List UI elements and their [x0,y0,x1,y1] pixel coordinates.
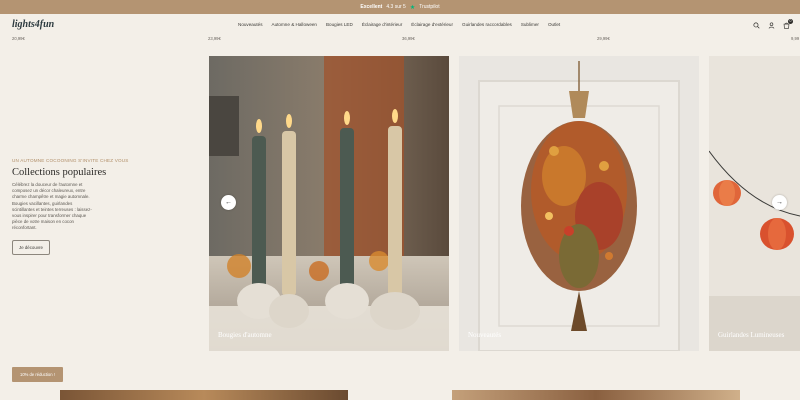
carousel-prev-button[interactable]: ← [221,195,236,210]
search-icon[interactable] [753,22,760,29]
section-image-strip [60,390,348,400]
product-price: 36,99€ [402,36,415,41]
promo-eyebrow: Un automne cocooning s'invite chez vous [12,158,129,163]
product-price: 23,99€ [208,36,221,41]
collection-card-nouveautes[interactable]: Nouveautés [459,56,699,351]
nav-item-nouveautes[interactable]: Nouveautés [238,22,263,27]
rating-score: 4.3 sur 5 [386,4,406,10]
discount-tab[interactable]: 10% de réduction ! [12,367,63,382]
brand-logo[interactable]: lights4fun [12,19,54,30]
collections-promo: Un automne cocooning s'invite chez vous … [12,158,182,255]
collection-card-bougies[interactable]: Bougies d'automne [209,56,449,351]
candles-image [209,56,449,351]
trustpilot-star-icon: ★ [409,4,416,11]
nav-item-bougies-led[interactable]: Bougies LED [326,22,353,27]
wreath-image [459,56,699,351]
card-label: Bougies d'automne [218,331,272,339]
card-label: Nouveautés [468,331,502,339]
cart-count-badge: 0 [788,19,793,24]
nav-item-guirlandes[interactable]: Guirlandes raccordables [462,22,512,27]
product-price: 29,99€ [597,36,610,41]
rating-word: Excellent [360,4,383,10]
product-price: 9,99 [791,36,800,41]
arrow-left-icon: ← [225,199,232,206]
nav-item-eclairage-interieur[interactable]: Éclairage d'intérieur [362,22,402,27]
nav-item-outlet[interactable]: Outlet [548,22,560,27]
section-image-strip [452,390,740,400]
nav-item-eclairage-exterieur[interactable]: Éclairage d'extérieur [411,22,453,27]
discover-button[interactable]: Je découvre [12,239,50,255]
nav-item-automne-halloween[interactable]: Automne & Halloween [272,22,317,27]
carousel-next-button[interactable]: → [772,195,787,210]
trustpilot-label: Trustpilot [419,4,440,10]
announcement-bar[interactable]: Excellent 4.3 sur 5 ★ Trustpilot [0,0,800,14]
promo-description: Célébrez la douceur de l'automne et comp… [12,182,92,231]
card-label: Guirlandes Lumineuses [718,331,785,339]
product-price: 20,99€ [12,36,25,41]
cart-icon[interactable]: 0 [783,19,793,29]
price-row: 20,99€ 23,99€ 36,99€ 29,99€ 9,99 [0,36,800,44]
user-icon[interactable] [768,22,775,29]
main-nav: Nouveautés Automne & Halloween Bougies L… [238,22,560,27]
site-header: lights4fun Nouveautés Automne & Hallowee… [0,14,800,38]
nav-item-sublimer[interactable]: Sublimer [521,22,539,27]
promo-title: Collections populaires [12,167,107,178]
arrow-right-icon: → [776,199,783,206]
